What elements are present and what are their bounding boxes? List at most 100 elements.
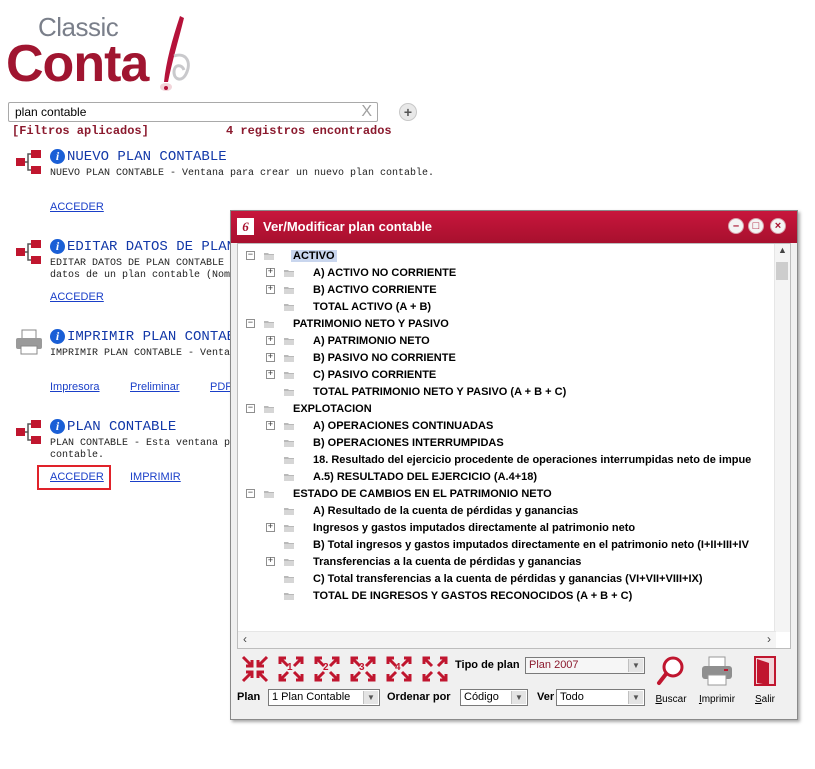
scroll-thumb[interactable] xyxy=(776,262,788,280)
tree-row-label: Ingresos y gastos imputados directamente… xyxy=(313,522,636,534)
tree-row-label: 18. Resultado del ejercicio procedente d… xyxy=(313,454,752,466)
scroll-up-icon[interactable]: ▲ xyxy=(778,245,787,255)
acceder-link-plan[interactable]: ACCEDER xyxy=(50,471,104,483)
collapse-icon[interactable]: − xyxy=(246,319,255,328)
window-title: Ver/Modificar plan contable xyxy=(263,219,433,234)
applied-filters-label[interactable]: [Filtros aplicados] xyxy=(12,124,149,138)
expand-icon[interactable]: + xyxy=(266,370,275,379)
logo-text-conta: Conta xyxy=(6,35,149,93)
printer-icon xyxy=(16,329,42,355)
collapse-icon[interactable]: − xyxy=(246,404,255,413)
result-title[interactable]: NUEVO PLAN CONTABLE xyxy=(67,149,227,165)
pdf-link[interactable]: PDF xyxy=(210,381,232,393)
imprimir-link-plan[interactable]: IMPRIMIR xyxy=(130,471,181,483)
folder-icon xyxy=(283,590,295,602)
salir-button[interactable]: Salir xyxy=(743,655,787,705)
result-title[interactable]: EDITAR DATOS DE PLAN xyxy=(67,239,235,255)
close-button[interactable]: × xyxy=(770,218,786,234)
acceder-link-nuevo[interactable]: ACCEDER xyxy=(50,201,104,213)
tree-row-label: A) OPERACIONES CONTINUADAS xyxy=(313,420,494,432)
tree-row-label: A) PATRIMONIO NETO xyxy=(313,335,430,347)
expand-icon[interactable]: + xyxy=(266,421,275,430)
folder-icon xyxy=(263,403,275,415)
minimize-button[interactable]: – xyxy=(728,218,744,234)
tree-row-label: C) PASIVO CORRIENTE xyxy=(313,369,437,381)
folder-icon xyxy=(263,250,275,262)
tree-row-label: A) ACTIVO NO CORRIENTE xyxy=(313,267,457,279)
app-logo: Classic Conta xyxy=(6,12,196,98)
folder-icon xyxy=(263,318,275,330)
tipo-plan-label: Tipo de plan xyxy=(455,659,520,671)
tree-row-label: ESTADO DE CAMBIOS EN EL PATRIMONIO NETO xyxy=(293,488,552,500)
folder-icon xyxy=(283,386,295,398)
preliminar-link[interactable]: Preliminar xyxy=(130,381,180,393)
folder-icon xyxy=(283,454,295,466)
tree-row-label: PATRIMONIO NETO Y PASIVO xyxy=(293,318,449,330)
result-description: EDITAR DATOS DE PLAN CONTABLE datos de un… xyxy=(50,258,231,281)
collapse-icon[interactable]: − xyxy=(246,251,255,260)
ver-select[interactable]: Todo ▼ xyxy=(556,689,645,706)
tree-row-label: B) ACTIVO CORRIENTE xyxy=(313,284,437,296)
expand-icon[interactable]: + xyxy=(266,353,275,362)
scroll-left-icon[interactable]: ‹ xyxy=(243,632,247,646)
info-icon: i xyxy=(50,239,65,255)
add-filter-button[interactable]: + xyxy=(399,103,417,121)
app-icon: 6 xyxy=(237,218,254,235)
folder-icon xyxy=(283,522,295,534)
exit-door-icon xyxy=(754,656,776,686)
tree-row-label: TOTAL ACTIVO (A + B) xyxy=(313,301,432,313)
ver-label: Ver xyxy=(537,691,555,703)
account-tree[interactable]: ▲ ‹ › − ACTIVO + A) ACTIVO NO CORRIENTE + B) A… xyxy=(237,243,791,649)
folder-icon xyxy=(283,267,295,279)
tipo-plan-select[interactable]: Plan 2007 ▼ xyxy=(525,657,645,674)
vertical-scrollbar[interactable]: ▲ xyxy=(774,244,790,632)
result-title[interactable]: PLAN CONTABLE xyxy=(67,419,176,435)
plan-select[interactable]: 1 Plan Contable ▼ xyxy=(268,689,380,706)
folder-icon xyxy=(283,335,295,347)
result-description: NUEVO PLAN CONTABLE - Ventana para crear… xyxy=(50,168,435,179)
imprimir-button[interactable]: Imprimir xyxy=(695,655,739,705)
maximize-button[interactable]: □ xyxy=(748,218,764,234)
tree-row-label: B) Total ingresos y gastos imputados dir… xyxy=(313,539,749,551)
horizontal-scrollbar[interactable]: ‹ › xyxy=(238,631,776,648)
folder-icon xyxy=(283,352,295,364)
level-number: 4 xyxy=(395,662,401,673)
window-titlebar[interactable]: 6 Ver/Modificar plan contable – □ × xyxy=(231,211,797,243)
search-input[interactable] xyxy=(15,105,345,119)
level-button[interactable] xyxy=(421,655,449,683)
expand-icon[interactable]: + xyxy=(266,523,275,532)
results-count: 4 registros encontrados xyxy=(226,124,392,138)
info-icon: i xyxy=(50,149,65,165)
level-button[interactable]: 4 xyxy=(385,655,413,683)
level-button[interactable]: 3 xyxy=(349,655,377,683)
scroll-right-icon[interactable]: › xyxy=(767,632,771,646)
expand-icon[interactable]: + xyxy=(266,268,275,277)
folder-icon xyxy=(283,369,295,381)
plan-label: Plan xyxy=(237,691,261,703)
clear-search-icon[interactable]: X xyxy=(361,103,372,121)
level-button[interactable] xyxy=(241,655,269,683)
tree-structure-icon xyxy=(16,150,41,174)
expand-icon[interactable]: + xyxy=(266,336,275,345)
logo-pen-icon xyxy=(160,16,190,91)
acceder-link-editar[interactable]: ACCEDER xyxy=(50,291,104,303)
ordenar-por-select[interactable]: Código ▼ xyxy=(460,689,528,706)
folder-icon xyxy=(283,471,295,483)
collapse-icon[interactable]: − xyxy=(246,489,255,498)
search-box: X xyxy=(8,102,378,122)
expand-icon[interactable]: + xyxy=(266,557,275,566)
buscar-button[interactable]: Buscar xyxy=(649,655,693,705)
info-icon: i xyxy=(50,329,65,345)
result-description: PLAN CONTABLE - Esta ventana p contable. xyxy=(50,438,231,461)
expand-arrows-icon xyxy=(422,656,448,682)
level-button[interactable]: 1 xyxy=(277,655,305,683)
folder-icon xyxy=(283,556,295,568)
level-number: 2 xyxy=(323,662,329,673)
folder-icon xyxy=(283,505,295,517)
chevron-down-icon: ▼ xyxy=(628,691,643,704)
level-button[interactable]: 2 xyxy=(313,655,341,683)
expand-icon[interactable]: + xyxy=(266,285,275,294)
impresora-link[interactable]: Impresora xyxy=(50,381,100,393)
result-title[interactable]: IMPRIMIR PLAN CONTAB xyxy=(67,329,235,345)
tree-row-label: EXPLOTACION xyxy=(293,403,372,415)
